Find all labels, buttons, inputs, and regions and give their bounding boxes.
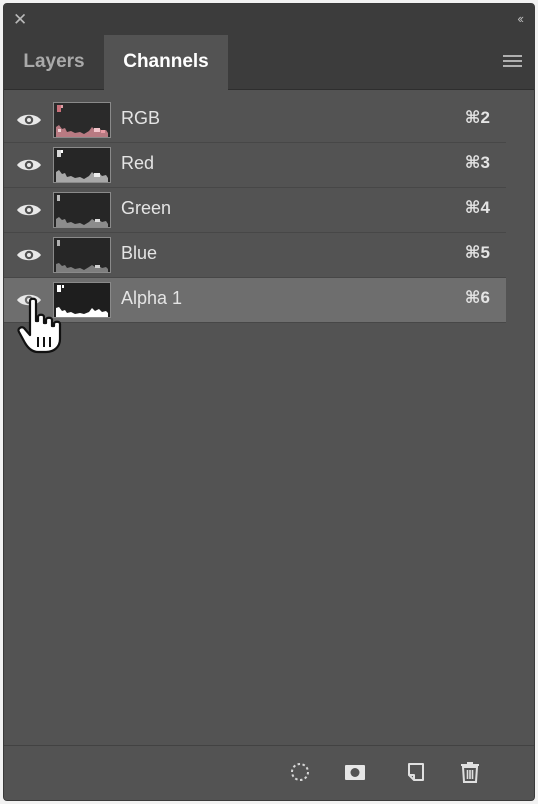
panel-footer <box>4 745 534 800</box>
channel-name: Green <box>121 198 172 218</box>
channel-row-blue[interactable]: Blue ⌘5 <box>4 233 506 278</box>
channels-panel: ✕ ‹‹ Layers Channels RGB ⌘2 Red ⌘3 Green… <box>3 3 535 801</box>
channel-name: Blue <box>121 243 158 263</box>
channel-shortcut: ⌘2 <box>464 108 490 127</box>
close-icon[interactable]: ✕ <box>13 10 27 30</box>
channel-shortcut: ⌘4 <box>464 198 490 217</box>
create-new-channel-icon[interactable] <box>404 760 428 784</box>
channel-thumbnail <box>53 147 111 183</box>
channel-name: RGB <box>121 108 161 128</box>
channel-name: Alpha 1 <box>121 288 183 308</box>
channel-thumbnail <box>53 102 111 138</box>
panel-titlebar: ✕ ‹‹ <box>4 4 534 38</box>
channel-row-rgb[interactable]: RGB ⌘2 <box>4 98 506 143</box>
hamburger-menu-icon[interactable] <box>503 55 522 67</box>
load-channel-as-selection-icon[interactable] <box>288 760 312 784</box>
channel-thumbnail <box>53 192 111 228</box>
eye-visibility-icon[interactable] <box>16 245 42 265</box>
save-selection-as-channel-icon[interactable] <box>343 760 367 784</box>
collapse-double-chevron-icon[interactable]: ‹‹ <box>517 10 524 28</box>
scrollbar-track[interactable] <box>506 98 534 748</box>
channel-shortcut: ⌘6 <box>464 288 490 307</box>
tab-layers[interactable]: Layers <box>4 35 104 89</box>
eye-visibility-icon[interactable] <box>16 200 42 220</box>
channel-thumbnail <box>53 282 111 318</box>
eye-visibility-icon[interactable] <box>16 290 42 310</box>
channel-thumbnail <box>53 237 111 273</box>
channel-row-green[interactable]: Green ⌘4 <box>4 188 506 233</box>
eye-visibility-icon[interactable] <box>16 155 42 175</box>
channel-row-alpha-1[interactable]: Alpha 1 ⌘6 <box>4 278 506 323</box>
delete-channel-icon[interactable] <box>458 760 482 784</box>
channel-shortcut: ⌘3 <box>464 153 490 172</box>
channel-list: RGB ⌘2 Red ⌘3 Green ⌘4 Blue ⌘5 Alpha 1 ⌘… <box>4 98 506 323</box>
eye-visibility-icon[interactable] <box>16 110 42 130</box>
channel-name: Red <box>121 153 155 173</box>
tab-channels[interactable]: Channels <box>104 35 228 90</box>
channel-shortcut: ⌘5 <box>464 243 490 262</box>
channel-row-red[interactable]: Red ⌘3 <box>4 143 506 188</box>
tab-bar: Layers Channels <box>4 35 534 90</box>
